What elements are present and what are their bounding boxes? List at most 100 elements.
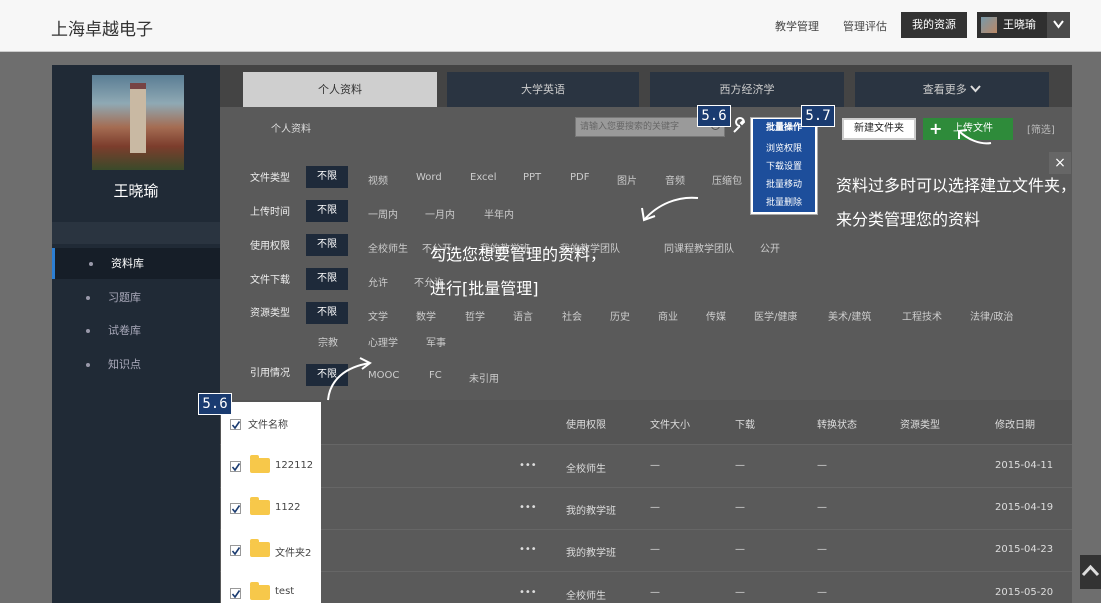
row-checkbox[interactable] (230, 588, 241, 599)
row-permission: 我的教学班 (566, 506, 616, 517)
row-checkbox[interactable] (230, 545, 241, 556)
filter-option[interactable]: 允许 (368, 274, 388, 289)
col-filename[interactable]: 文件名称 (248, 416, 288, 431)
scroll-top-button[interactable] (1080, 555, 1101, 589)
filter-option[interactable]: 一月内 (425, 206, 455, 221)
filter-option[interactable]: 军事 (426, 334, 446, 349)
filter-option[interactable]: 公开 (760, 240, 780, 255)
row-more-icon[interactable]: ••• (519, 544, 537, 555)
filter-link[interactable]: [筛选] (1027, 121, 1055, 136)
filter-option[interactable]: 语言 (513, 308, 533, 323)
row-conversion: — (817, 587, 827, 598)
row-download: — (735, 587, 745, 598)
filter-option[interactable]: PPT (523, 172, 541, 183)
filter-option[interactable]: 数学 (416, 308, 436, 323)
nav-my-resources[interactable]: 我的资源 (901, 12, 967, 38)
sidebar-item-knowledge[interactable]: 知识点 (52, 349, 220, 380)
filter-option[interactable]: 未引用 (469, 370, 499, 385)
filter-option[interactable]: 音频 (665, 172, 685, 187)
filter-all-time[interactable]: 不限 (306, 200, 348, 222)
sidebar-user-name: 王晓瑜 (113, 182, 159, 200)
row-checkbox[interactable] (230, 503, 241, 514)
arrow-icon (327, 357, 372, 401)
menu-item-view-permission[interactable]: 浏览权限 (750, 141, 818, 157)
col-conversion[interactable]: 转换状态 (817, 416, 857, 431)
filter-option[interactable]: 商业 (658, 308, 678, 323)
filter-option[interactable]: Word (416, 172, 442, 183)
hint-text: 资料过多时可以选择建立文件夹， (836, 176, 1077, 195)
filter-option[interactable]: 哲学 (465, 308, 485, 323)
row-download: — (735, 502, 745, 513)
row-more-icon[interactable]: ••• (519, 460, 537, 471)
row-name[interactable]: 122112 (275, 460, 313, 471)
filter-option[interactable]: 视频 (368, 172, 388, 187)
filter-option[interactable]: 工程技术 (902, 308, 942, 323)
filter-all-download[interactable]: 不限 (306, 268, 348, 290)
avatar (981, 17, 997, 33)
sidebar-item-exercises[interactable]: 习题库 (52, 282, 220, 313)
filter-all-resource[interactable]: 不限 (306, 302, 348, 324)
filter-option[interactable]: 传媒 (706, 308, 726, 323)
row-name[interactable]: 1122 (275, 502, 300, 513)
filter-option[interactable]: 心理学 (368, 334, 398, 349)
row-divider (220, 571, 1072, 572)
step-badge: 5.6 (697, 105, 731, 127)
sidebar-item-library[interactable]: 资料库 (52, 248, 220, 279)
filter-option[interactable]: 宗教 (318, 334, 338, 349)
menu-item-batch-delete[interactable]: 批量删除 (750, 195, 818, 211)
filter-option[interactable]: PDF (570, 172, 589, 183)
filter-option[interactable]: 一周内 (368, 206, 398, 221)
row-checkbox[interactable] (230, 461, 241, 472)
filter-option[interactable]: 美术/建筑 (828, 308, 871, 323)
row-date: 2015-04-19 (995, 502, 1054, 513)
hint-text: 进行[批量管理] (430, 279, 539, 298)
row-more-icon[interactable]: ••• (519, 587, 537, 598)
sidebar-item-exams[interactable]: 试卷库 (52, 315, 220, 346)
col-permission[interactable]: 使用权限 (566, 416, 606, 431)
filter-option[interactable]: 医学/健康 (754, 308, 797, 323)
filter-option[interactable]: 全校师生 (368, 240, 408, 255)
filter-all-permission[interactable]: 不限 (306, 234, 348, 256)
chevron-down-icon[interactable] (1047, 12, 1070, 38)
user-menu[interactable]: 王晓瑜 (977, 12, 1070, 38)
filter-option[interactable]: 压缩包 (712, 172, 742, 187)
filter-label-resource: 资源类型 (250, 308, 290, 319)
campus-photo (92, 75, 184, 170)
filter-all-type[interactable]: 不限 (306, 166, 348, 188)
tab-more[interactable]: 查看更多 (855, 72, 1049, 107)
col-size[interactable]: 文件大小 (650, 416, 690, 431)
folder-icon (250, 582, 270, 600)
filter-option[interactable]: 社会 (562, 308, 582, 323)
filter-option[interactable]: 法律/政治 (970, 308, 1013, 323)
nav-evaluation[interactable]: 管理评估 (843, 18, 887, 34)
filter-option[interactable]: FC (429, 370, 442, 381)
nav-teaching[interactable]: 教学管理 (775, 18, 819, 34)
col-download[interactable]: 下载 (735, 416, 755, 431)
wrench-icon[interactable] (730, 117, 748, 135)
tab-economics[interactable]: 西方经济学 (650, 72, 844, 107)
filter-option[interactable]: 历史 (610, 308, 630, 323)
bullet-icon (86, 296, 90, 300)
folder-icon (250, 497, 270, 515)
row-more-icon[interactable]: ••• (519, 502, 537, 513)
close-icon[interactable]: × (1049, 152, 1071, 174)
tab-english[interactable]: 大学英语 (447, 72, 639, 107)
row-permission: 全校师生 (566, 464, 606, 475)
filter-option[interactable]: 同课程教学团队 (664, 240, 734, 255)
folder-icon (250, 455, 270, 473)
row-name[interactable]: test (275, 586, 294, 597)
tab-personal[interactable]: 个人资料 (243, 72, 437, 107)
menu-item-download-settings[interactable]: 下载设置 (750, 159, 818, 175)
select-all-checkbox[interactable] (230, 419, 241, 430)
col-resource-type[interactable]: 资源类型 (900, 416, 940, 431)
col-modified[interactable]: 修改日期 (995, 416, 1035, 431)
filter-option[interactable]: 半年内 (484, 206, 514, 221)
menu-item-batch-move[interactable]: 批量移动 (750, 177, 818, 193)
filter-option[interactable]: 图片 (617, 172, 637, 187)
brand-logo[interactable]: 上海卓越电子 (51, 15, 153, 40)
filter-option[interactable]: 文学 (368, 308, 388, 323)
filter-option[interactable]: Excel (470, 172, 497, 183)
row-name[interactable]: 文件夹2 (275, 544, 311, 559)
new-folder-button[interactable]: 新建文件夹 (842, 118, 916, 140)
table-header (220, 400, 1072, 444)
